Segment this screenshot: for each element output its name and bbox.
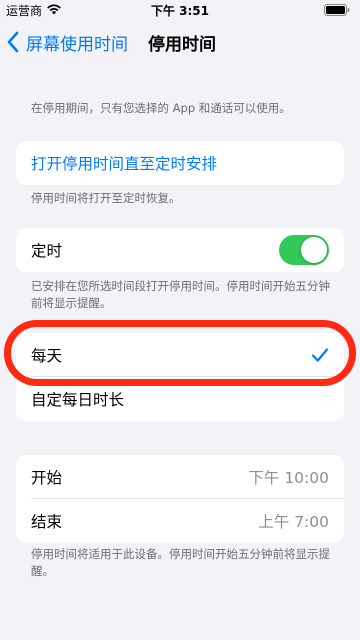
intro-note: 在停用期间，只有您选择的 App 和通话可以使用。 — [31, 101, 291, 115]
option-custom-days-label: 自定每日时长 — [31, 391, 125, 409]
turn-on-card: 打开停用时间直至定时安排 — [16, 141, 344, 185]
status-bar: 运营商 下午 3:51 — [0, 0, 360, 20]
end-time-row[interactable]: 结束 上午 7:00 — [16, 499, 344, 543]
scheduled-label: 定时 — [31, 242, 63, 260]
times-card: 开始 下午 10:00 结束 上午 7:00 — [16, 455, 344, 543]
turn-on-until-schedule-label: 打开停用时间直至定时安排 — [31, 155, 218, 173]
nav-bar: 屏幕使用时间 停用时间 — [0, 24, 360, 60]
scheduled-toggle[interactable] — [279, 235, 329, 265]
turn-on-until-schedule-button[interactable]: 打开停用时间直至定时安排 — [16, 141, 344, 185]
page-title: 停用时间 — [148, 35, 216, 55]
option-every-day-label: 每天 — [31, 347, 63, 365]
end-time-value: 上午 7:00 — [258, 513, 329, 531]
turn-on-note: 停用时间将打开至定时恢复。 — [31, 191, 181, 205]
start-time-value: 下午 10:00 — [248, 469, 329, 487]
device-note: 停用时间将适用于此设备。停用时间开始五分钟前将显示提醒。 — [31, 547, 330, 578]
end-time-label: 结束 — [31, 513, 63, 531]
scheduled-card: 定时 — [16, 228, 344, 272]
chevron-left-icon — [7, 31, 19, 53]
scheduled-row: 定时 — [16, 228, 344, 272]
frequency-card: 每天 自定每日时长 — [16, 333, 344, 421]
status-time: 下午 3:51 — [150, 4, 210, 18]
start-time-row[interactable]: 开始 下午 10:00 — [16, 455, 344, 499]
scheduled-note: 已安排在您所选时间段打开停用时间。停用时间开始五分钟前将显示提醒。 — [31, 279, 330, 310]
checkmark-icon — [311, 348, 329, 362]
battery-icon — [324, 4, 350, 16]
back-button[interactable]: 屏幕使用时间 — [6, 29, 128, 55]
back-button-label: 屏幕使用时间 — [26, 34, 128, 55]
start-time-label: 开始 — [31, 469, 63, 487]
toggle-knob — [301, 237, 327, 263]
option-every-day[interactable]: 每天 — [16, 333, 344, 377]
option-custom-days[interactable]: 自定每日时长 — [16, 377, 344, 421]
